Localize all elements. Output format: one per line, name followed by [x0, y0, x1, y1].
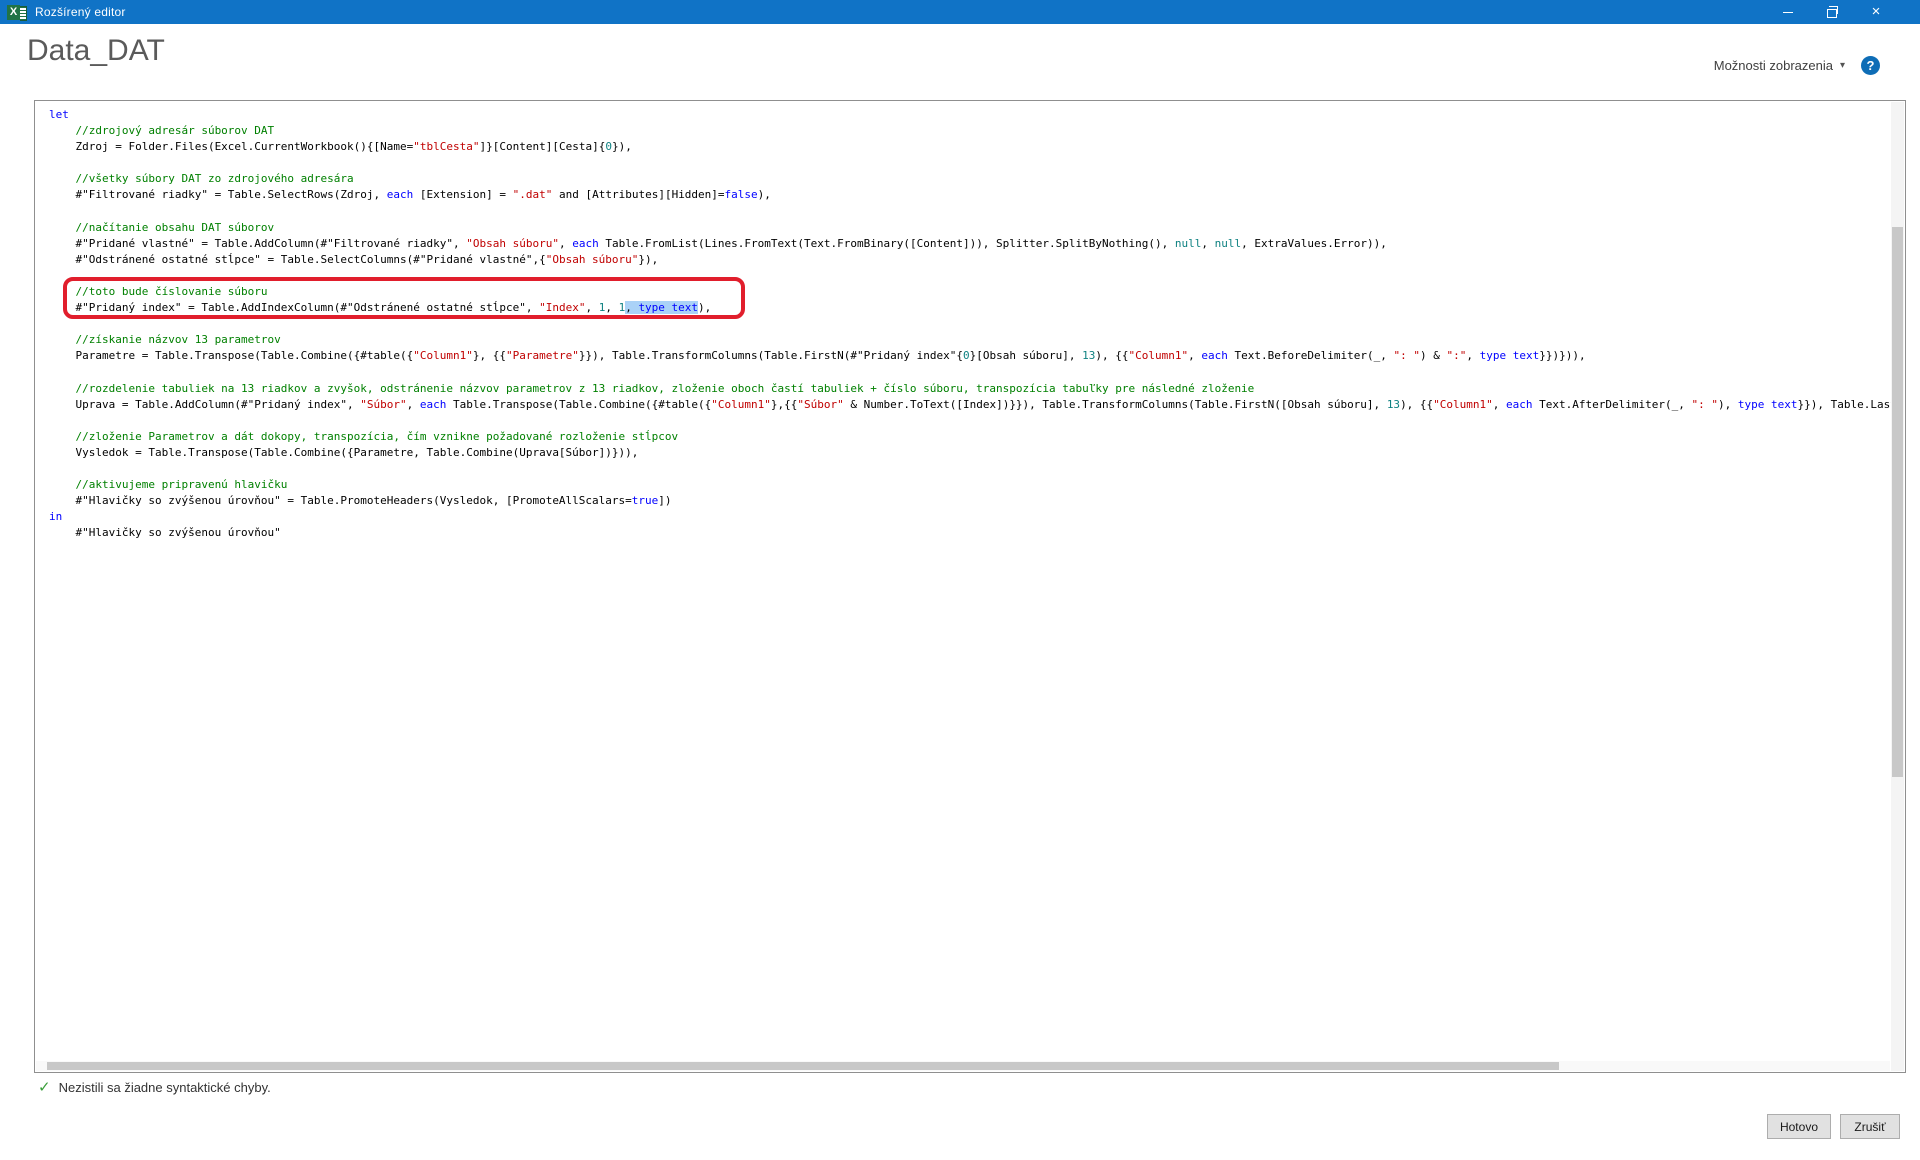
syntax-status: ✓ Nezistili sa žiadne syntaktické chyby. [38, 1078, 271, 1096]
minimize-button[interactable] [1766, 0, 1810, 24]
done-button[interactable]: Hotovo [1766, 1114, 1831, 1139]
page-title: Data_DAT [27, 34, 165, 67]
chevron-down-icon: ▾ [1839, 60, 1845, 71]
check-icon: ✓ [38, 1079, 51, 1096]
display-options-label: Možnosti zobrazenia [1713, 58, 1833, 73]
close-icon: × [1871, 3, 1881, 20]
horizontal-scrollbar-thumb[interactable] [47, 1062, 1559, 1070]
vertical-scrollbar[interactable] [1891, 102, 1904, 1071]
window-titlebar: X Rozšírený editor × [0, 0, 1920, 24]
advanced-editor-window: X Rozšírený editor × Data_DAT Možnosti z… [0, 0, 1920, 1160]
horizontal-scrollbar[interactable] [36, 1061, 1890, 1071]
cancel-button[interactable]: Zrušiť [1840, 1114, 1900, 1139]
footer-buttons: Hotovo Zrušiť [1766, 1114, 1900, 1139]
vertical-scrollbar-thumb[interactable] [1892, 227, 1903, 777]
close-button[interactable]: × [1854, 0, 1898, 24]
restore-icon [1827, 6, 1838, 18]
minimize-icon [1783, 11, 1793, 13]
header-actions: Možnosti zobrazenia ▾ ? [1714, 56, 1880, 75]
status-message: Nezistili sa žiadne syntaktické chyby. [58, 1079, 271, 1095]
excel-icon: X [7, 4, 27, 21]
window-controls: × [1766, 0, 1898, 24]
help-icon[interactable]: ? [1861, 56, 1880, 75]
maximize-button[interactable] [1810, 0, 1854, 24]
window-title: Rozšírený editor [35, 5, 126, 19]
code-content[interactable]: let //zdrojový adresár súborov DAT Zdroj… [35, 101, 1891, 1060]
code-editor[interactable]: let //zdrojový adresár súborov DAT Zdroj… [34, 100, 1906, 1073]
display-options-dropdown[interactable]: Možnosti zobrazenia ▾ [1714, 58, 1845, 73]
